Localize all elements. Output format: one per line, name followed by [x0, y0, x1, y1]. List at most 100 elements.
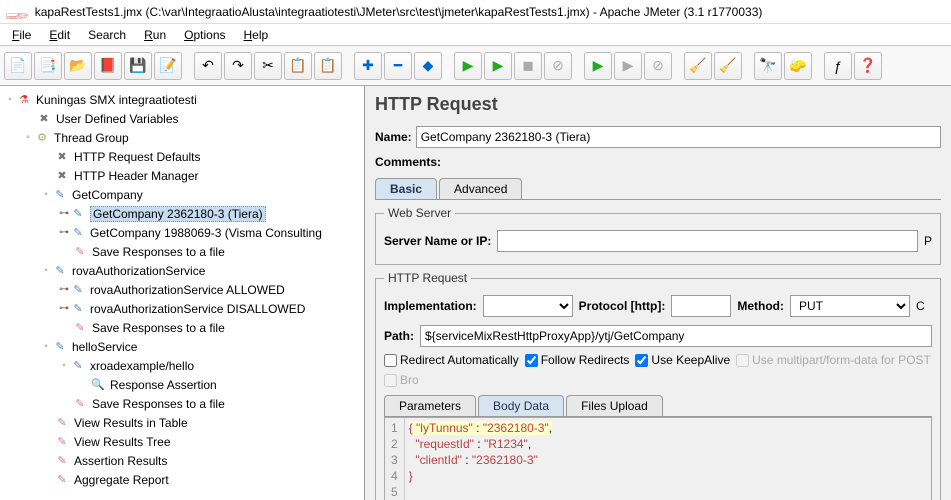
body-tabs: Parameters Body Data Files Upload — [384, 395, 932, 417]
browser-compat-check[interactable]: Bro — [384, 373, 419, 387]
undo-button[interactable]: ↶ — [194, 52, 222, 80]
expand-button[interactable]: ✚ — [354, 52, 382, 80]
keep-alive-check[interactable]: Use KeepAlive — [635, 353, 730, 367]
menu-help[interactable]: Help — [238, 26, 275, 44]
redirect-auto-check[interactable]: Redirect Automatically — [384, 353, 519, 367]
menu-edit[interactable]: Edit — [43, 26, 76, 44]
save-button[interactable]: 💾 — [124, 52, 152, 80]
tree-icon: ✎ — [54, 434, 70, 450]
method-select[interactable]: PUT — [790, 295, 910, 317]
code-area[interactable]: { "lyTunnus" : "2362180-3", "requestId" … — [405, 418, 556, 500]
tab-basic[interactable]: Basic — [375, 178, 437, 199]
tree-rova-allowed[interactable]: ⊶✎rovaAuthorizationService ALLOWED — [2, 280, 362, 299]
httprequest-legend: HTTP Request — [384, 271, 471, 285]
tree-rova[interactable]: ◦✎rovaAuthorizationService — [2, 261, 362, 280]
tree-xroad-hello[interactable]: ◦✎xroadexample/hello — [2, 356, 362, 375]
stop-button[interactable]: ◼ — [514, 52, 542, 80]
tree-getcompany-visma[interactable]: ⊶✎GetCompany 1988069-3 (Visma Consulting — [2, 223, 362, 242]
follow-redirects-check[interactable]: Follow Redirects — [525, 353, 630, 367]
remote-start-button[interactable]: ▶ — [584, 52, 612, 80]
open-button[interactable]: 📂 — [64, 52, 92, 80]
tree-getcompany-tiera[interactable]: ⊶✎GetCompany 2362180-3 (Tiera) — [2, 204, 362, 223]
paste-button[interactable]: 📋 — [314, 52, 342, 80]
menu-file[interactable]: File — [6, 26, 37, 44]
menu-search[interactable]: Search — [82, 26, 132, 44]
gear-icon: ⚙ — [34, 130, 50, 146]
path-input[interactable] — [420, 325, 932, 347]
pencil-icon: ✎ — [52, 263, 68, 279]
protocol-input[interactable] — [671, 295, 731, 317]
gutter: 1 2 3 4 5 — [385, 418, 405, 500]
tree-save-resp-2[interactable]: ✎Save Responses to a file — [2, 318, 362, 337]
shutdown-button[interactable]: ⊘ — [544, 52, 572, 80]
pencil-icon: ✎ — [70, 282, 86, 298]
tab-bodydata[interactable]: Body Data — [478, 395, 564, 416]
wrench-icon: ✖ — [36, 111, 52, 127]
toggle-button[interactable]: ◆ — [414, 52, 442, 80]
webserver-group: Web Server Server Name or IP: P — [375, 206, 941, 265]
tree-save-resp-1[interactable]: ✎Save Responses to a file — [2, 242, 362, 261]
server-name-input[interactable] — [497, 230, 918, 252]
saveas-button[interactable]: 📝 — [154, 52, 182, 80]
tree-response-assertion[interactable]: 🔍Response Assertion — [2, 375, 362, 394]
tab-parameters[interactable]: Parameters — [384, 395, 476, 416]
menu-options[interactable]: Options — [178, 26, 231, 44]
menu-run[interactable]: Run — [138, 26, 172, 44]
pencil-icon: ✎ — [70, 225, 86, 241]
tree-view-results-table[interactable]: ✎View Results in Table — [2, 413, 362, 432]
redo-button[interactable]: ↷ — [224, 52, 252, 80]
tree-getcompany[interactable]: ◦✎GetCompany — [2, 185, 362, 204]
clear-all-button[interactable]: 🧹 — [714, 52, 742, 80]
tree-rova-disallowed[interactable]: ⊶✎rovaAuthorizationService DISALLOWED — [2, 299, 362, 318]
assertion-icon: ✎ — [54, 453, 70, 469]
tree-http-defaults[interactable]: ✖HTTP Request Defaults — [2, 147, 362, 166]
reset-search-button[interactable]: 🧽 — [784, 52, 812, 80]
right-pane: HTTP Request Name: Comments: Basic Advan… — [365, 86, 951, 500]
help-doc-button[interactable]: ❓ — [854, 52, 882, 80]
tree-threadgroup[interactable]: ◦⚙Thread Group — [2, 128, 362, 147]
clear-button[interactable]: 🧹 — [684, 52, 712, 80]
save-icon: ✎ — [72, 320, 88, 336]
tree-save-resp-3[interactable]: ✎Save Responses to a file — [2, 394, 362, 413]
tree-aggregate-report[interactable]: ✎Aggregate Report — [2, 470, 362, 489]
fn-helper-button[interactable]: ƒ — [824, 52, 852, 80]
implementation-select[interactable] — [483, 295, 573, 317]
tree-view-results-tree[interactable]: ✎View Results Tree — [2, 432, 362, 451]
menu-bar: File Edit Search Run Options Help — [0, 24, 951, 46]
flask-icon: ⚗ — [16, 92, 32, 108]
cut-button[interactable]: ✂ — [254, 52, 282, 80]
wrench-icon: ✖ — [54, 149, 70, 165]
start-button[interactable]: ▶ — [454, 52, 482, 80]
search-toolbar-button[interactable]: 🔭 — [754, 52, 782, 80]
close-button[interactable]: 📕 — [94, 52, 122, 80]
pencil-icon: ✎ — [52, 187, 68, 203]
save-icon: ✎ — [72, 396, 88, 412]
name-label: Name: — [375, 130, 412, 144]
tab-advanced[interactable]: Advanced — [439, 178, 522, 199]
start-remote-button[interactable]: ▶ — [484, 52, 512, 80]
tree-pane[interactable]: ◦⚗Kuningas SMX integraatiotesti ✖User De… — [0, 86, 365, 500]
templates-button[interactable]: 📑 — [34, 52, 62, 80]
collapse-button[interactable]: ━ — [384, 52, 412, 80]
table-icon: ✎ — [54, 415, 70, 431]
name-input[interactable] — [416, 126, 941, 148]
tab-filesupload[interactable]: Files Upload — [566, 395, 663, 416]
body-editor[interactable]: 1 2 3 4 5 { "lyTunnus" : "2362180-3", "r… — [384, 417, 932, 500]
remote-stop-button[interactable]: ▶ — [614, 52, 642, 80]
magnifier-icon: 🔍 — [90, 377, 106, 393]
pencil-icon: ✎ — [52, 339, 68, 355]
tree-udv[interactable]: ✖User Defined Variables — [2, 109, 362, 128]
panel-heading: HTTP Request — [375, 94, 941, 115]
toolbar: 📄 📑 📂 📕 💾 📝 ↶ ↷ ✂ 📋 📋 ✚ ━ ◆ ▶ ▶ ◼ ⊘ ▶ ▶ … — [0, 46, 951, 86]
multipart-check[interactable]: Use multipart/form-data for POST — [736, 353, 931, 367]
pencil-icon: ✎ — [70, 206, 86, 222]
tree-root[interactable]: ◦⚗Kuningas SMX integraatiotesti — [2, 90, 362, 109]
method-label: Method: — [737, 299, 784, 313]
remote-shutdown-button[interactable]: ⊘ — [644, 52, 672, 80]
tree-header-manager[interactable]: ✖HTTP Header Manager — [2, 166, 362, 185]
tree-assertion-results[interactable]: ✎Assertion Results — [2, 451, 362, 470]
new-button[interactable]: 📄 — [4, 52, 32, 80]
copy-button[interactable]: 📋 — [284, 52, 312, 80]
tree-hello[interactable]: ◦✎helloService — [2, 337, 362, 356]
comments-label: Comments: — [375, 155, 441, 169]
